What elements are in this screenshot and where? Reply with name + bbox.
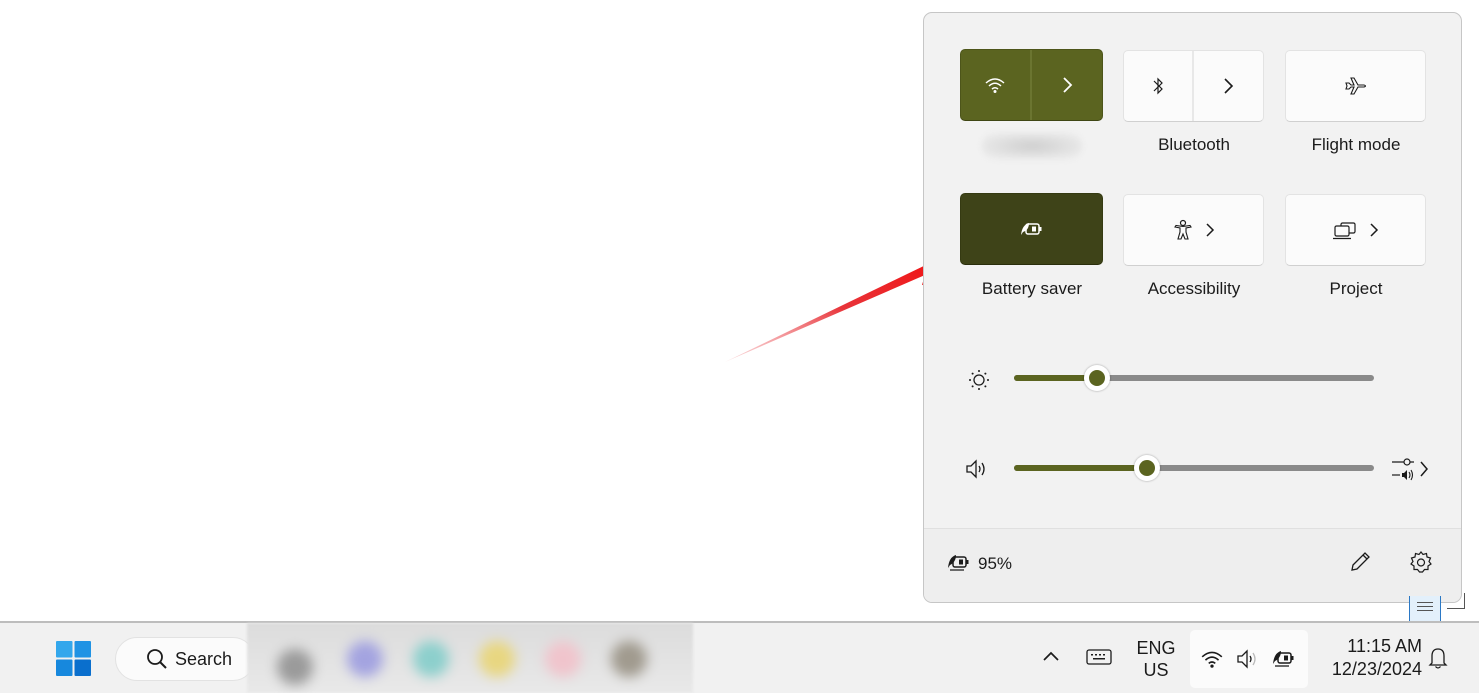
keyboard-icon[interactable] bbox=[1085, 647, 1113, 667]
battery-percentage: 95% bbox=[978, 554, 1013, 573]
battery-saver-tile[interactable] bbox=[960, 193, 1103, 265]
pinned-app-5[interactable] bbox=[545, 641, 581, 677]
search-label: Search bbox=[175, 649, 233, 669]
airplane-icon bbox=[1343, 75, 1369, 97]
pinned-app-3[interactable] bbox=[413, 641, 449, 677]
hidden-window-corner bbox=[1447, 593, 1465, 609]
pinned-app-1[interactable] bbox=[277, 649, 313, 685]
chevron-right-icon bbox=[1061, 76, 1073, 94]
clock-time: 11:15 AM bbox=[1347, 636, 1422, 656]
wifi-icon bbox=[984, 76, 1006, 94]
gear-icon[interactable] bbox=[1409, 550, 1433, 574]
clock[interactable]: 11:15 AM 12/23/2024 bbox=[1312, 635, 1422, 681]
wifi-icon bbox=[1200, 649, 1224, 669]
flight-mode-tile[interactable] bbox=[1285, 50, 1426, 122]
wifi-network-name-blurred bbox=[982, 133, 1082, 159]
accessibility-icon bbox=[1173, 219, 1193, 241]
bluetooth-icon bbox=[1151, 76, 1165, 96]
chevron-up-icon[interactable] bbox=[1041, 649, 1061, 663]
chevron-right-icon bbox=[1369, 222, 1379, 238]
battery-saver-icon bbox=[1270, 647, 1298, 669]
bluetooth-tile bbox=[1123, 50, 1264, 122]
language-indicator[interactable]: ENG US bbox=[1132, 637, 1180, 681]
volume-slider-fill bbox=[1014, 465, 1148, 471]
speaker-icon bbox=[1235, 648, 1261, 670]
bluetooth-label: Bluetooth bbox=[1158, 135, 1230, 154]
search-icon bbox=[146, 648, 168, 670]
chevron-right-icon bbox=[1205, 222, 1215, 238]
project-label: Project bbox=[1329, 279, 1383, 298]
wifi-expand-button[interactable] bbox=[1032, 50, 1103, 120]
pinned-app-2[interactable] bbox=[347, 641, 383, 677]
pinned-app-6[interactable] bbox=[611, 641, 647, 677]
bell-icon[interactable] bbox=[1427, 646, 1449, 670]
taskbar: Search ENG US 11:15 AM 12/23/2024 bbox=[0, 621, 1479, 693]
volume-slider-thumb[interactable] bbox=[1134, 455, 1161, 481]
bluetooth-expand-button[interactable] bbox=[1194, 51, 1264, 121]
pinned-app-4[interactable] bbox=[479, 641, 515, 677]
flight-mode-label: Flight mode bbox=[1311, 135, 1401, 154]
battery-saver-icon bbox=[946, 551, 972, 573]
clock-date: 12/23/2024 bbox=[1331, 659, 1422, 679]
chevron-right-icon bbox=[1222, 77, 1234, 95]
battery-saver-icon bbox=[1019, 220, 1045, 238]
brightness-slider-thumb[interactable] bbox=[1083, 365, 1110, 391]
accessibility-label: Accessibility bbox=[1147, 279, 1241, 298]
volume-slider[interactable] bbox=[1014, 455, 1374, 481]
volume-mixer-icon[interactable] bbox=[1390, 457, 1434, 483]
sun-icon bbox=[967, 368, 991, 392]
quick-settings-footer: 95% bbox=[924, 528, 1461, 602]
speaker-icon[interactable] bbox=[964, 458, 990, 480]
keyboard-layout: US bbox=[1143, 660, 1169, 680]
brightness-slider[interactable] bbox=[1014, 365, 1374, 391]
project-icon bbox=[1332, 220, 1357, 240]
bluetooth-toggle[interactable] bbox=[1124, 51, 1194, 121]
project-tile[interactable] bbox=[1285, 194, 1426, 266]
pencil-icon[interactable] bbox=[1348, 550, 1372, 574]
pinned-apps-blurred bbox=[247, 623, 693, 693]
wifi-toggle[interactable] bbox=[961, 50, 1032, 120]
search-box[interactable]: Search bbox=[115, 637, 255, 681]
windows-logo-icon[interactable] bbox=[56, 641, 91, 676]
language-code: ENG bbox=[1136, 638, 1176, 658]
battery-saver-label: Battery saver bbox=[981, 279, 1083, 298]
hidden-window-thumbnail bbox=[1409, 596, 1441, 622]
quick-settings-panel: Bluetooth Flight mode Battery saver Acce… bbox=[923, 12, 1462, 603]
system-tray-status[interactable] bbox=[1190, 630, 1308, 688]
accessibility-tile[interactable] bbox=[1123, 194, 1264, 266]
wifi-tile bbox=[960, 49, 1103, 121]
